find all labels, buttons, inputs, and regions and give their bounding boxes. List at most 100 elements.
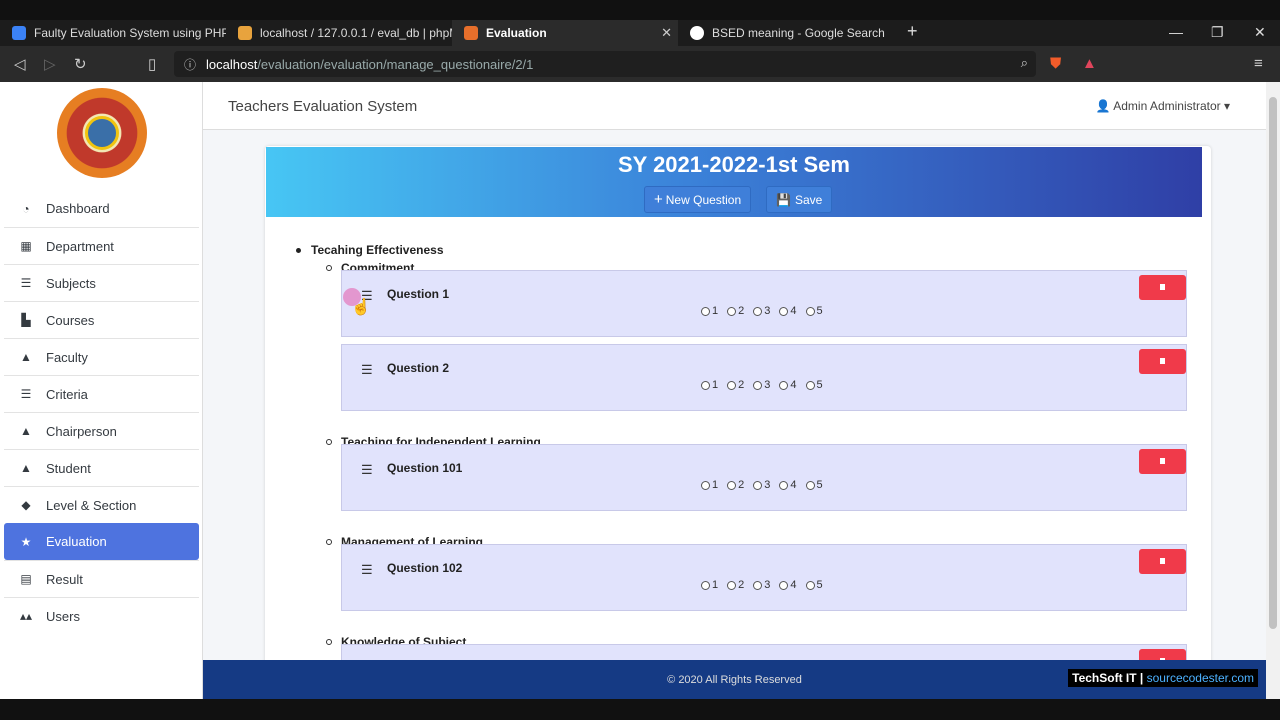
rating-option[interactable]: 5 [805,379,823,391]
rating-option[interactable]: 1 [701,305,718,317]
rating-option[interactable]: 4 [779,305,797,317]
radio-circle[interactable] [805,380,815,390]
question-text: Question 102 [387,561,463,575]
sidebar-item-dashboard[interactable]: ◔ Dashboard [4,190,199,227]
sidebar-item-label: Evaluation [46,534,107,549]
scrollbar-thumb[interactable] [1269,97,1277,629]
drag-handle-icon[interactable]: ☰ [361,562,373,578]
question-item[interactable]: ☰ Question 102 1 2 3 4 5 [341,544,1187,611]
sidebar-item-users[interactable]: ▴▴ Users [4,597,199,634]
radio-circle[interactable] [701,480,710,490]
close-tab-icon[interactable]: ✕ [661,25,672,41]
sidebar-item-label: Chairperson [46,423,117,439]
list-icon: ☰ [20,387,32,401]
radio-circle[interactable] [779,580,789,590]
star-icon: ★ [20,534,32,549]
rating-option[interactable]: 3 [753,579,770,591]
radio-circle[interactable] [701,380,710,390]
browser-tab[interactable]: localhost / 127.0.0.1 / eval_db | phpMy [226,20,452,46]
rating-option[interactable]: 3 [753,379,770,391]
delete-question-button[interactable] [1139,275,1186,300]
delete-question-button[interactable] [1139,449,1186,474]
radio-circle[interactable] [779,306,789,316]
close-window-icon[interactable]: ✕ [1254,24,1266,41]
radio-circle[interactable] [701,580,710,590]
radio-circle[interactable] [727,306,737,316]
question-item[interactable]: ☰ Question 112345 [341,270,1187,337]
bookmark-icon[interactable]: ▯ [148,55,156,73]
sidebar-item-criteria[interactable]: ☰ Criteria [4,375,199,412]
sidebar-item-department[interactable]: ▦ Department [4,227,199,264]
web-page: ◔ Dashboard ▦ Department ☰ Subjects ▙ Courses ▲ F… [0,82,1280,699]
question-item[interactable]: ☰ Question 101 1 2 3 4 5 [341,444,1187,511]
menu-icon[interactable]: ≡ [1254,55,1263,72]
brave-rewards-icon[interactable]: ▲ [1082,55,1097,72]
delete-question-button[interactable] [1139,649,1186,660]
plus-icon: + [654,191,663,208]
rating-option[interactable]: 1 [701,579,718,591]
sidebar-item-subjects[interactable]: ☰ Subjects [4,264,199,301]
rating-option[interactable]: 3 [753,305,770,317]
radio-circle[interactable] [753,380,763,390]
rating-option[interactable]: 5 [805,579,823,591]
delete-question-button[interactable] [1139,549,1186,574]
save-icon: 💾 [776,192,791,207]
rating-option[interactable]: 4 [779,579,797,591]
reload-icon[interactable]: ↻ [74,55,87,73]
sidebar-item-faculty[interactable]: ▲ Faculty [4,338,199,375]
address-bar[interactable]: ⓘ localhost/evaluation/evaluation/manage… [174,51,1036,77]
user-menu[interactable]: 👤 Admin Administrator ▾ [1096,99,1230,113]
sidebar-item-evaluation[interactable]: ★ Evaluation [4,523,199,560]
new-question-button[interactable]: + New Question [644,186,752,213]
sidebar-item-courses[interactable]: ▙ Courses [4,301,199,338]
zoom-icon[interactable]: ⌕ [1021,55,1028,71]
sidebar-item-student[interactable]: ▲ Student [4,449,199,486]
rating-option[interactable]: 4 [779,479,797,491]
rating-option[interactable]: 3 [753,479,770,491]
rating-option[interactable]: 2 [727,305,744,317]
back-icon[interactable]: ◁ [14,55,26,73]
sidebar-item-label: Dashboard [46,201,110,216]
sidebar-item-level-section[interactable]: ◆ Level & Section [4,486,199,523]
delete-question-button[interactable] [1139,349,1186,374]
brave-shield-icon[interactable]: ⛊ [1050,55,1061,72]
rating-option[interactable]: 2 [727,379,744,391]
radio-circle[interactable] [779,380,789,390]
minimize-icon[interactable]: — [1169,24,1183,40]
rating-option[interactable]: 1 [701,379,718,391]
rating-option[interactable]: 5 [805,479,823,491]
radio-circle[interactable] [727,480,737,490]
sidebar-item-result[interactable]: ▤ Result [4,560,199,597]
radio-circle[interactable] [753,306,763,316]
browser-tab[interactable]: Faulty Evaluation System using PHP/C [0,20,226,46]
radio-circle[interactable] [753,480,763,490]
rating-option[interactable]: 5 [805,305,823,317]
rating-options: 1 2 3 4 5 [701,479,823,491]
sidebar-item-chairperson[interactable]: ▲ Chairperson [4,412,199,449]
radio-circle[interactable] [805,580,815,590]
save-button[interactable]: 💾 Save [766,186,833,213]
maximize-icon[interactable]: ❐ [1211,24,1224,41]
browser-tab[interactable]: BSED meaning - Google Search [678,20,898,46]
drag-handle-icon[interactable]: ☰ [361,362,373,378]
radio-circle[interactable] [727,580,737,590]
forward-icon[interactable]: ▷ [44,55,56,73]
watermark-brand: TechSoft IT | [1072,671,1144,685]
rating-option[interactable]: 2 [727,579,744,591]
radio-circle[interactable] [727,380,737,390]
question-item[interactable]: ☰Question 10312345 [341,644,1187,660]
new-question-label: New Question [665,192,742,207]
question-item[interactable]: ☰ Question 2 1 2 3 4 5 [341,344,1187,411]
rating-option[interactable]: 4 [779,379,797,391]
radio-circle[interactable] [779,480,789,490]
rating-option[interactable]: 2 [727,479,744,491]
radio-circle[interactable] [805,480,815,490]
radio-circle[interactable] [701,306,710,316]
browser-tab-active[interactable]: Evaluation ✕ [452,20,678,46]
drag-handle-icon[interactable]: ☰ [361,462,373,478]
radio-circle[interactable] [805,306,815,316]
page-scrollbar[interactable] [1266,82,1280,699]
rating-option[interactable]: 1 [701,479,718,491]
new-tab-icon[interactable]: + [907,21,918,42]
radio-circle[interactable] [753,580,763,590]
